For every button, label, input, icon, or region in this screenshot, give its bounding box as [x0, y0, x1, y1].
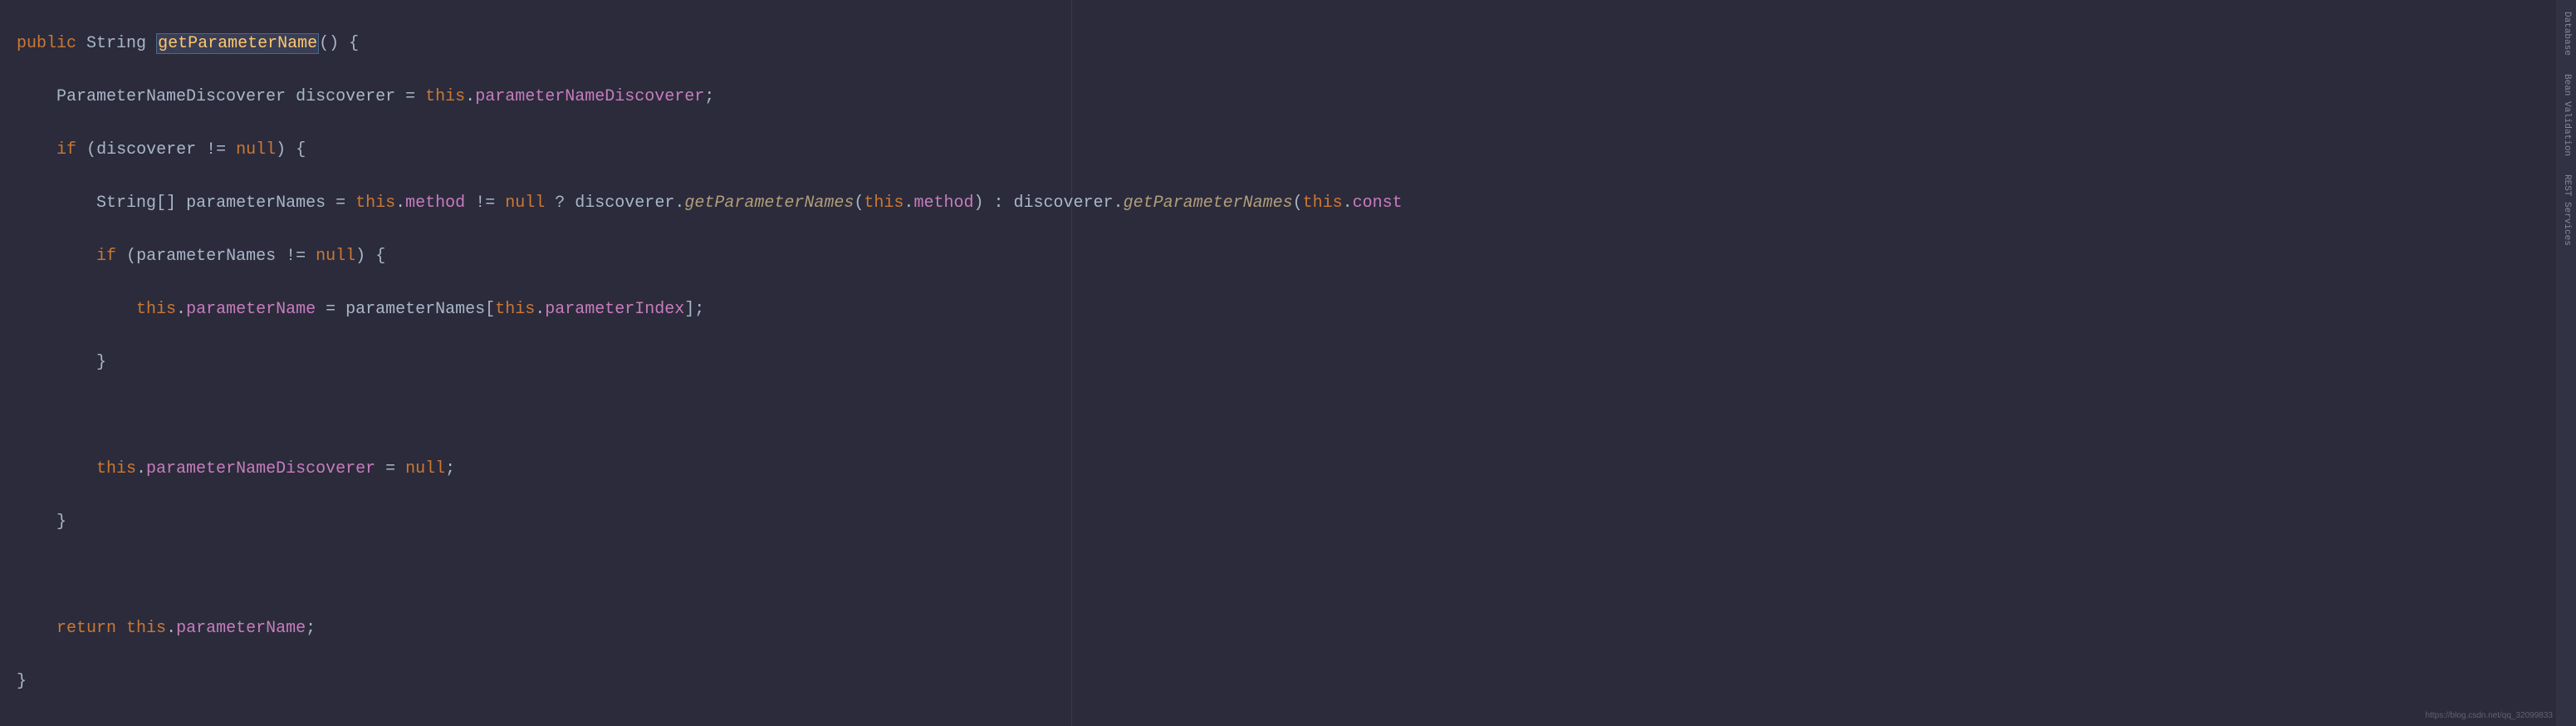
operator: !=	[475, 194, 495, 213]
dot: .	[674, 194, 684, 213]
paren: (	[86, 140, 96, 159]
paren: (	[1293, 194, 1303, 213]
dot: .	[1114, 194, 1124, 213]
brackets: []	[156, 194, 176, 213]
paren: (	[854, 194, 864, 213]
keyword-public: public	[17, 34, 76, 53]
tab-rest-services[interactable]: REST Services	[2557, 169, 2575, 251]
dot: .	[166, 619, 176, 638]
dot: .	[465, 87, 475, 106]
semicolon: ;	[694, 300, 704, 319]
semicolon: ;	[306, 619, 316, 638]
keyword-this: this	[96, 459, 136, 478]
keyword-return: return	[56, 619, 116, 638]
code-line: public String getParameterName() {	[17, 31, 2568, 57]
tab-database[interactable]: Database	[2557, 7, 2575, 61]
field: parameterNameDiscoverer	[475, 87, 704, 106]
code-line: this.parameterNameDiscoverer = null;	[17, 456, 2568, 483]
code-line: String[] parameterNames = this.method !=…	[17, 190, 2568, 217]
code-line: }	[17, 669, 2568, 695]
operator: =	[385, 459, 395, 478]
operator: =	[405, 87, 415, 106]
null-literal: null	[505, 194, 545, 213]
type: ParameterNameDiscoverer	[56, 87, 286, 106]
code-editor[interactable]: public String getParameterName() { Param…	[0, 0, 2576, 726]
brace: }	[17, 672, 27, 691]
variable: discoverer	[296, 87, 395, 106]
variable: discoverer	[575, 194, 674, 213]
operator: =	[326, 300, 335, 319]
code-line: this.parameterName = parameterNames[this…	[17, 297, 2568, 323]
variable: parameterNames	[186, 194, 326, 213]
variable: parameterNames	[345, 300, 485, 319]
keyword-this: this	[1303, 194, 1343, 213]
variable: discoverer	[1014, 194, 1114, 213]
type: String	[96, 194, 156, 213]
operator: ?	[555, 194, 565, 213]
dot: .	[136, 459, 146, 478]
method-call: getParameterNames	[684, 194, 854, 213]
brace: {	[296, 140, 306, 159]
field: parameterIndex	[545, 300, 684, 319]
variable: parameterNames	[136, 247, 276, 266]
keyword-this: this	[864, 194, 904, 213]
keyword-this: this	[425, 87, 465, 106]
paren: (	[126, 247, 136, 266]
dot: .	[176, 300, 186, 319]
watermark-text: https://blog.csdn.net/qq_32099833	[2426, 709, 2553, 723]
code-line	[17, 562, 2568, 589]
brace: {	[375, 247, 385, 266]
bracket: ]	[684, 300, 694, 319]
paren: )	[276, 140, 286, 159]
method-declaration: getParameterName	[156, 33, 319, 54]
code-line: if (discoverer != null) {	[17, 137, 2568, 164]
keyword-this: this	[355, 194, 395, 213]
brace: }	[56, 513, 66, 532]
null-literal: null	[316, 247, 355, 266]
code-line: }	[17, 509, 2568, 536]
brace: }	[96, 353, 106, 372]
operator: =	[335, 194, 345, 213]
field: parameterName	[176, 619, 306, 638]
dot: .	[904, 194, 913, 213]
field: parameterName	[186, 300, 316, 319]
keyword-this: this	[136, 300, 176, 319]
right-tool-panel: Database Bean Validation REST Services	[2556, 0, 2576, 726]
field: method	[405, 194, 465, 213]
dot: .	[1343, 194, 1353, 213]
operator: !=	[286, 247, 306, 266]
field: parameterNameDiscoverer	[146, 459, 375, 478]
field: const	[1353, 194, 1403, 213]
keyword-this: this	[126, 619, 166, 638]
null-literal: null	[236, 140, 276, 159]
brace: {	[349, 34, 359, 53]
operator: !=	[206, 140, 226, 159]
semicolon: ;	[445, 459, 455, 478]
method-call: getParameterNames	[1124, 194, 1293, 213]
semicolon: ;	[704, 87, 714, 106]
null-literal: null	[405, 459, 445, 478]
bracket: [	[485, 300, 495, 319]
type-string: String	[86, 34, 146, 53]
code-line	[17, 403, 2568, 429]
keyword-this: this	[495, 300, 535, 319]
code-line: }	[17, 350, 2568, 376]
dot: .	[395, 194, 405, 213]
paren: )	[355, 247, 365, 266]
paren: )	[973, 194, 983, 213]
dot: .	[535, 300, 545, 319]
variable: discoverer	[96, 140, 196, 159]
keyword-if: if	[96, 247, 116, 266]
parens: ()	[319, 34, 339, 53]
code-line: return this.parameterName;	[17, 616, 2568, 642]
keyword-if: if	[56, 140, 76, 159]
tab-bean-validation[interactable]: Bean Validation	[2557, 69, 2575, 161]
operator: :	[993, 194, 1003, 213]
field: method	[913, 194, 973, 213]
code-line: if (parameterNames != null) {	[17, 243, 2568, 270]
code-line: ParameterNameDiscoverer discoverer = thi…	[17, 84, 2568, 110]
